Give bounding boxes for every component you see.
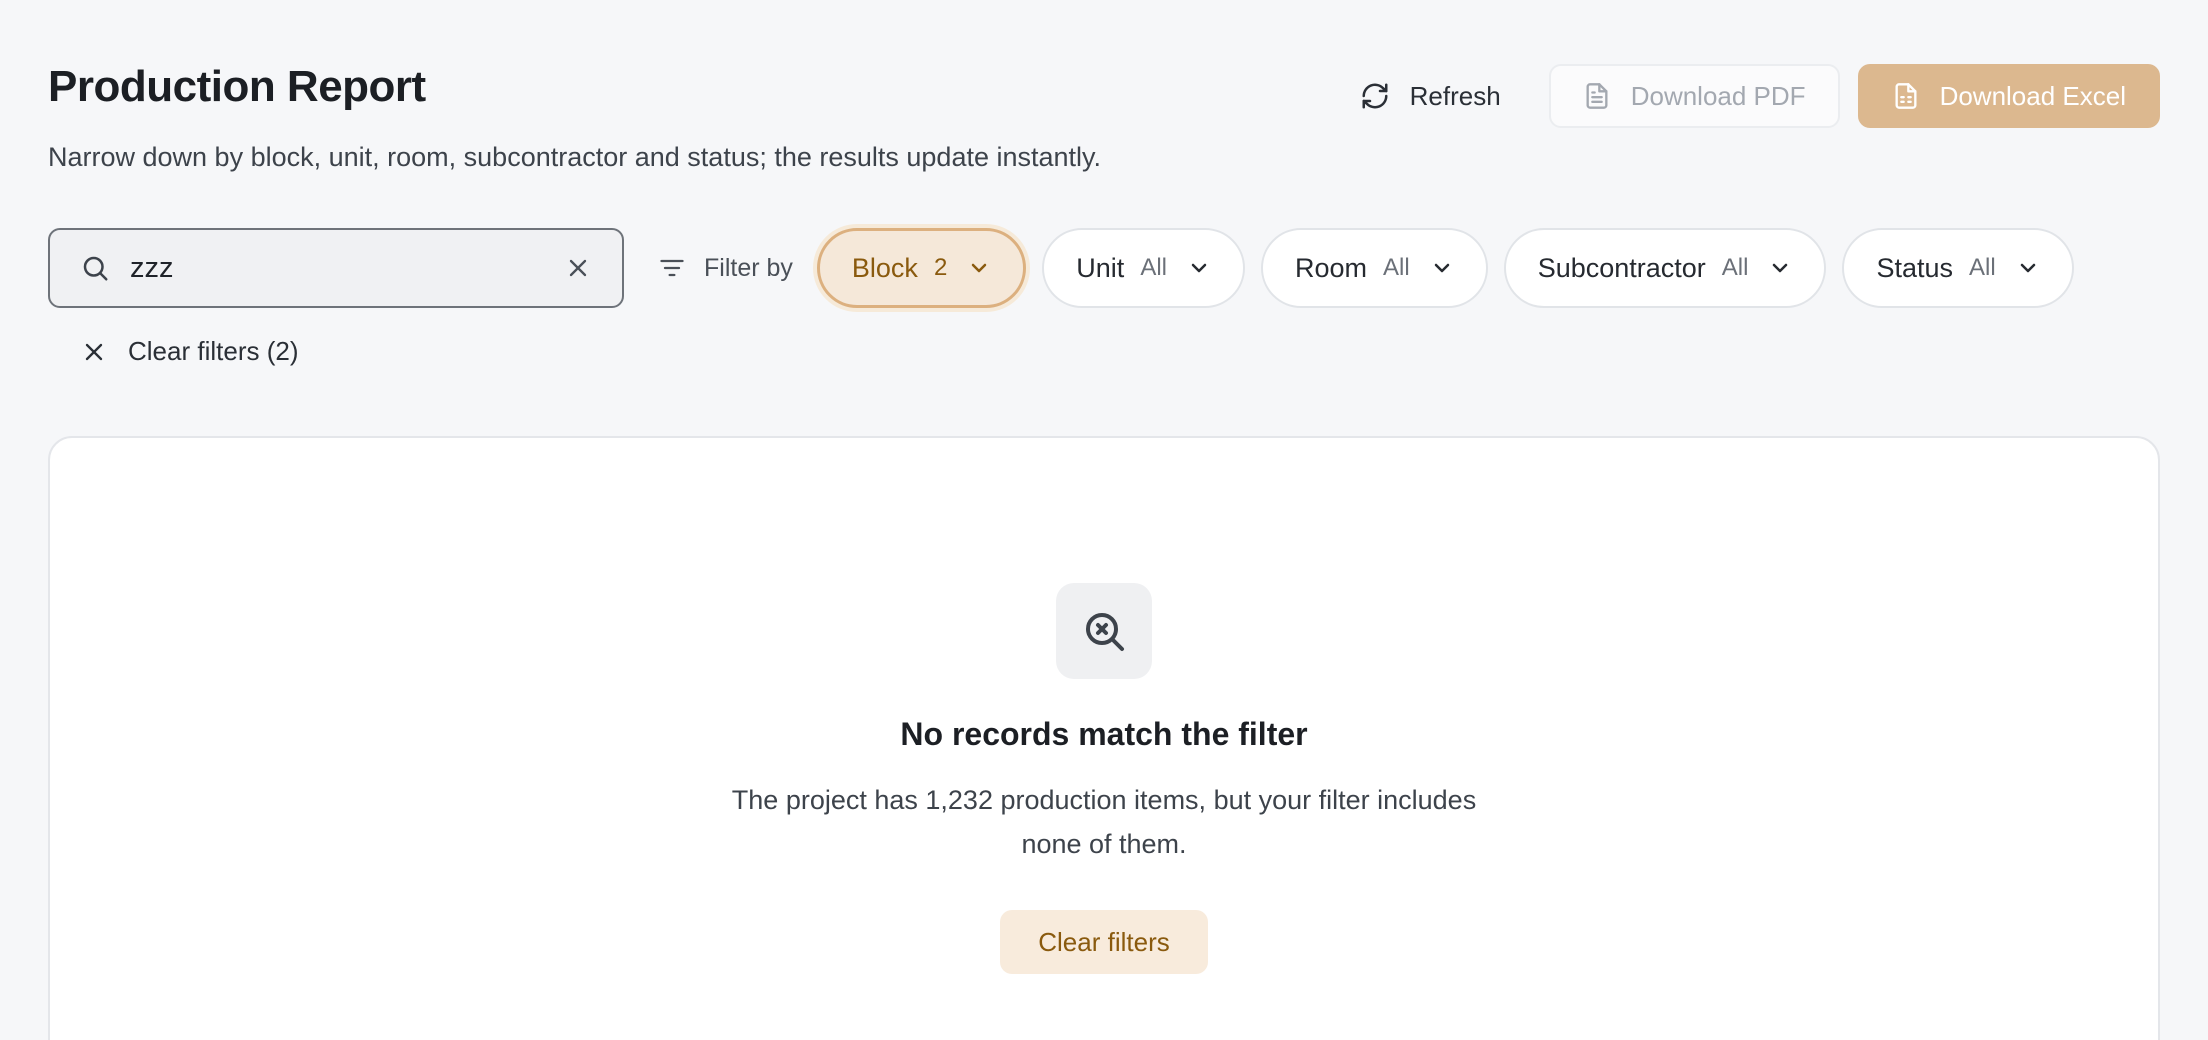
filter-status-label: Status [1876,252,1953,283]
filter-subcontractor-value: All [1721,254,1749,281]
document-icon [1586,83,1608,109]
page-subtitle: Narrow down by block, unit, room, subcon… [48,142,1102,172]
chevron-down-icon [1191,263,1207,273]
refresh-button[interactable]: Refresh [1330,64,1531,128]
filter-unit-label: Unit [1076,252,1125,283]
filter-by-text: Filter by [704,253,793,282]
filter-room-value: All [1383,254,1410,281]
search-value[interactable]: zzz [130,252,564,285]
filter-bar: zzz Filter by Block 2 Unit All Room All [48,228,2090,308]
download-excel-button[interactable]: Download Excel [1857,64,2160,128]
chevron-down-icon [1434,263,1449,273]
page-title: Production Report [48,62,426,111]
clear-filters-label: Clear filters (2) [128,336,299,366]
spreadsheet-icon [1895,83,1917,109]
filter-block[interactable]: Block 2 [816,228,1027,308]
chevron-down-icon [972,263,987,273]
filter-unit-value: All [1140,254,1167,281]
filter-room-label: Room [1294,252,1368,283]
empty-state-title: No records match the filter [900,716,1308,752]
chevron-down-icon [2020,263,2035,273]
clear-filters-link[interactable]: Clear filters (2) [80,336,298,367]
refresh-label: Refresh [1409,80,1501,111]
filter-block-label: Block [851,252,918,283]
search-no-results-icon [1086,613,1124,651]
filter-room[interactable]: Room All [1260,228,1488,308]
empty-clear-filters-button[interactable]: Clear filters [1000,910,1208,974]
download-pdf-label: Download PDF [1630,80,1806,111]
download-pdf-button[interactable]: Download PDF [1548,64,1840,128]
search-icon [83,256,108,281]
filter-unit[interactable]: Unit All [1042,228,1245,308]
filter-status-value: All [1969,254,1996,281]
filter-by-label: Filter by [656,254,793,283]
filter-block-value: 2 [933,254,948,281]
filter-subcontractor[interactable]: Subcontractor All [1503,228,1827,308]
production-report-page: Production Report Narrow down by block, … [0,0,2208,1040]
download-excel-label: Download Excel [1939,80,2126,111]
empty-state-description: The project has 1,232 production items, … [731,785,1477,859]
refresh-icon [1362,83,1388,109]
search-input[interactable]: zzz [48,228,624,308]
header-actions: Refresh Download PDF Download Excel [1330,64,2160,128]
chevron-down-icon [1773,263,1788,273]
filter-icon [660,259,684,277]
clear-search-icon[interactable] [564,254,592,282]
filter-status[interactable]: Status All [1842,228,2074,308]
filter-subcontractor-label: Subcontractor [1537,252,1706,283]
empty-state-icon-box [1056,583,1152,679]
close-icon [85,343,103,360]
